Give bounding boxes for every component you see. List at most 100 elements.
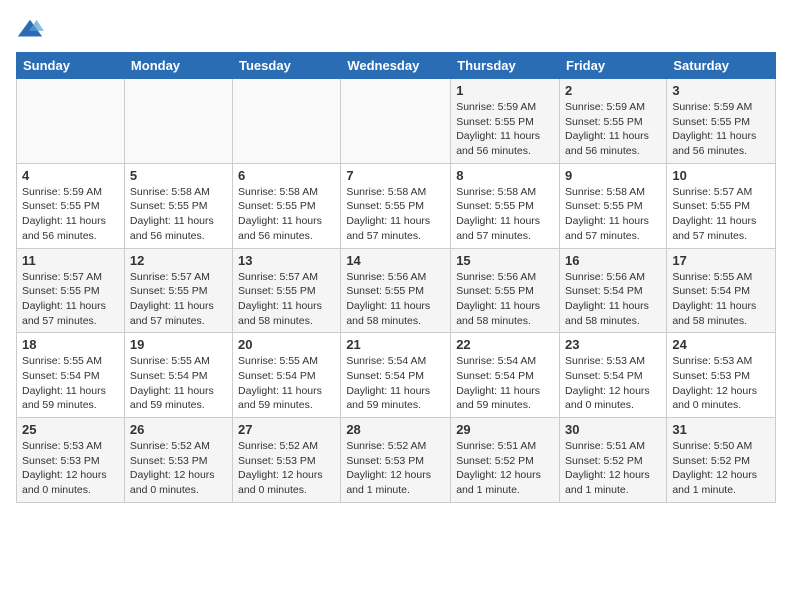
cell-info: Daylight: 11 hours and 59 minutes.: [130, 384, 227, 413]
calendar-cell: 3Sunrise: 5:59 AMSunset: 5:55 PMDaylight…: [667, 79, 776, 164]
cell-info: Sunset: 5:55 PM: [22, 284, 119, 299]
cell-info: Sunset: 5:55 PM: [456, 115, 554, 130]
cell-info: Sunset: 5:55 PM: [130, 199, 227, 214]
cell-info: Sunrise: 5:59 AM: [672, 100, 770, 115]
day-number: 30: [565, 422, 661, 437]
day-number: 7: [346, 168, 445, 183]
cell-info: Daylight: 12 hours and 1 minute.: [672, 468, 770, 497]
cell-info: Sunset: 5:55 PM: [130, 284, 227, 299]
day-number: 3: [672, 83, 770, 98]
day-number: 24: [672, 337, 770, 352]
day-number: 22: [456, 337, 554, 352]
cell-info: Sunrise: 5:57 AM: [238, 270, 335, 285]
calendar-cell: 7 Sunrise: 5:58 AMSunset: 5:55 PMDaylight…: [341, 163, 451, 248]
cell-info: Sunrise: 5:56 AM: [565, 270, 661, 285]
cell-info: Sunset: 5:54 PM: [22, 369, 119, 384]
cell-info: Daylight: 11 hours and 59 minutes.: [22, 384, 119, 413]
week-row-3: 11Sunrise: 5:57 AMSunset: 5:55 PMDayligh…: [17, 248, 776, 333]
cell-info: Daylight: 11 hours and 58 minutes.: [456, 299, 554, 328]
cell-info: Sunrise: 5:52 AM: [238, 439, 335, 454]
cell-info: Daylight: 11 hours and 56 minutes.: [238, 214, 335, 243]
day-number: 9: [565, 168, 661, 183]
cell-info: Daylight: 11 hours and 58 minutes.: [565, 299, 661, 328]
calendar-cell: 12Sunrise: 5:57 AMSunset: 5:55 PMDayligh…: [124, 248, 232, 333]
cell-info: Daylight: 12 hours and 0 minutes.: [130, 468, 227, 497]
cell-info: Sunset: 5:54 PM: [130, 369, 227, 384]
cell-info: Daylight: 12 hours and 0 minutes.: [22, 468, 119, 497]
cell-info: Sunrise: 5:50 AM: [672, 439, 770, 454]
calendar-cell: 31Sunrise: 5:50 AMSunset: 5:52 PMDayligh…: [667, 418, 776, 503]
cell-info: Sunset: 5:52 PM: [456, 454, 554, 469]
calendar-cell: 25Sunrise: 5:53 AMSunset: 5:53 PMDayligh…: [17, 418, 125, 503]
cell-info: Sunrise: 5:56 AM: [346, 270, 445, 285]
cell-info: Sunset: 5:55 PM: [238, 284, 335, 299]
logo-icon: [16, 16, 44, 44]
cell-info: Sunrise: 5:55 AM: [238, 354, 335, 369]
cell-info: Daylight: 11 hours and 57 minutes.: [672, 214, 770, 243]
cell-info: Daylight: 11 hours and 58 minutes.: [672, 299, 770, 328]
cell-info: Daylight: 12 hours and 1 minute.: [565, 468, 661, 497]
day-number: 10: [672, 168, 770, 183]
cell-info: Sunset: 5:54 PM: [565, 284, 661, 299]
col-header-sunday: Sunday: [17, 53, 125, 79]
cell-info: Sunset: 5:53 PM: [130, 454, 227, 469]
day-number: 16: [565, 253, 661, 268]
cell-info: Sunset: 5:53 PM: [346, 454, 445, 469]
calendar-cell: 28Sunrise: 5:52 AMSunset: 5:53 PMDayligh…: [341, 418, 451, 503]
cell-info: Sunset: 5:54 PM: [565, 369, 661, 384]
cell-info: Daylight: 11 hours and 59 minutes.: [456, 384, 554, 413]
cell-info: Sunrise: 5:55 AM: [22, 354, 119, 369]
cell-info: Daylight: 11 hours and 56 minutes.: [565, 129, 661, 158]
calendar-cell: 24Sunrise: 5:53 AMSunset: 5:53 PMDayligh…: [667, 333, 776, 418]
cell-info: Sunrise: 5:57 AM: [672, 185, 770, 200]
day-number: 15: [456, 253, 554, 268]
calendar-cell: 13Sunrise: 5:57 AMSunset: 5:55 PMDayligh…: [233, 248, 341, 333]
calendar-cell: 4Sunrise: 5:59 AMSunset: 5:55 PMDaylight…: [17, 163, 125, 248]
cell-info: Sunrise: 5:59 AM: [565, 100, 661, 115]
cell-info: Sunrise: 5:58 AM: [565, 185, 661, 200]
day-number: 17: [672, 253, 770, 268]
col-header-friday: Friday: [560, 53, 667, 79]
day-number: 2: [565, 83, 661, 98]
cell-info: Sunset: 5:53 PM: [238, 454, 335, 469]
calendar-cell: [233, 79, 341, 164]
day-number: 23: [565, 337, 661, 352]
cell-info: Sunrise: 5:51 AM: [565, 439, 661, 454]
calendar-cell: 15Sunrise: 5:56 AMSunset: 5:55 PMDayligh…: [451, 248, 560, 333]
day-number: 25: [22, 422, 119, 437]
cell-info: Sunset: 5:55 PM: [672, 115, 770, 130]
cell-info: Sunset: 5:52 PM: [672, 454, 770, 469]
cell-info: Sunset: 5:55 PM: [238, 199, 335, 214]
calendar-cell: 18Sunrise: 5:55 AMSunset: 5:54 PMDayligh…: [17, 333, 125, 418]
cell-info: Sunset: 5:54 PM: [456, 369, 554, 384]
week-row-1: 1Sunrise: 5:59 AMSunset: 5:55 PMDaylight…: [17, 79, 776, 164]
cell-info: Sunrise: 5:51 AM: [456, 439, 554, 454]
cell-info: Daylight: 12 hours and 0 minutes.: [672, 384, 770, 413]
day-number: 29: [456, 422, 554, 437]
cell-info: Daylight: 11 hours and 58 minutes.: [238, 299, 335, 328]
cell-info: Sunrise: 5:58 AM: [346, 185, 445, 200]
day-number: 4: [22, 168, 119, 183]
cell-info: Sunrise: 5:53 AM: [22, 439, 119, 454]
cell-info: Daylight: 11 hours and 58 minutes.: [346, 299, 445, 328]
day-number: 1: [456, 83, 554, 98]
cell-info: Sunrise: 5:59 AM: [22, 185, 119, 200]
calendar-cell: 23Sunrise: 5:53 AMSunset: 5:54 PMDayligh…: [560, 333, 667, 418]
cell-info: Daylight: 11 hours and 57 minutes.: [22, 299, 119, 328]
calendar-cell: 2Sunrise: 5:59 AMSunset: 5:55 PMDaylight…: [560, 79, 667, 164]
calendar-cell: 29Sunrise: 5:51 AMSunset: 5:52 PMDayligh…: [451, 418, 560, 503]
day-number: 28: [346, 422, 445, 437]
calendar-cell: 17Sunrise: 5:55 AMSunset: 5:54 PMDayligh…: [667, 248, 776, 333]
week-row-2: 4Sunrise: 5:59 AMSunset: 5:55 PMDaylight…: [17, 163, 776, 248]
cell-info: Sunset: 5:55 PM: [346, 199, 445, 214]
col-header-monday: Monday: [124, 53, 232, 79]
cell-info: Daylight: 11 hours and 57 minutes.: [346, 214, 445, 243]
cell-info: Sunrise: 5:53 AM: [672, 354, 770, 369]
day-number: 21: [346, 337, 445, 352]
calendar-cell: [341, 79, 451, 164]
calendar-cell: 5Sunrise: 5:58 AMSunset: 5:55 PMDaylight…: [124, 163, 232, 248]
header: [16, 16, 776, 44]
cell-info: Daylight: 11 hours and 56 minutes.: [22, 214, 119, 243]
cell-info: Sunrise: 5:53 AM: [565, 354, 661, 369]
cell-info: Daylight: 11 hours and 56 minutes.: [130, 214, 227, 243]
